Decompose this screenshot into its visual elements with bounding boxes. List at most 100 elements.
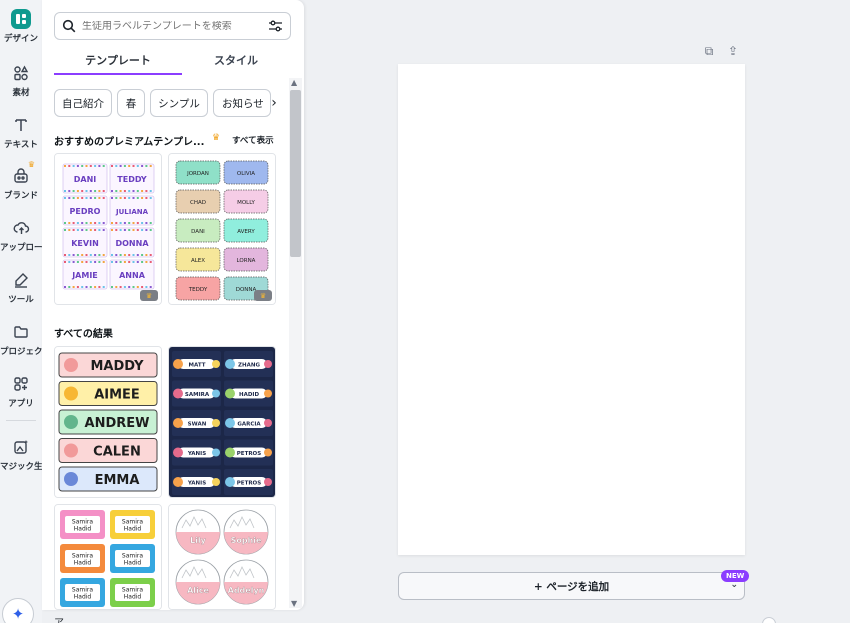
search-icon	[62, 19, 76, 33]
panel-scrollbar[interactable]: ▲ ▼	[289, 78, 302, 608]
label-name: Samira	[72, 587, 93, 594]
label-name: PEDRO	[70, 207, 101, 216]
label-name: YANIS	[187, 481, 206, 487]
search-box[interactable]	[54, 12, 291, 40]
chip-announcement[interactable]: お知らせ	[213, 89, 271, 117]
rail-item-text[interactable]: テキスト	[0, 114, 42, 150]
chips-next-button[interactable]: ›	[266, 89, 282, 117]
rail-label: マジック生成	[0, 462, 42, 472]
rail-label: デザイン	[3, 34, 38, 44]
page-actions: ⧉ ⇪	[702, 44, 740, 59]
template-thumbnail: MATT ZHANG SAMIRA HADID SWAN GARCIA YANIS PETRO…	[169, 347, 275, 497]
label-name: Hadid	[124, 560, 142, 567]
rail-label: アップロード	[0, 243, 42, 253]
label-name: CALEN	[93, 445, 141, 460]
add-page-label: + ページを追加	[533, 580, 610, 593]
design-page[interactable]	[398, 64, 745, 555]
rail-item-upload[interactable]: アップロード	[0, 217, 42, 253]
label-name: MOLLY	[237, 200, 255, 206]
label-name: Addelyn	[228, 586, 265, 595]
rail-label: テキスト	[4, 140, 38, 150]
brand-icon: ♛	[10, 160, 35, 187]
rail-label: ブランド	[3, 191, 38, 201]
add-page-icon[interactable]: ⇪	[726, 44, 740, 58]
label-name: ANDREW	[85, 416, 150, 431]
magic-assistant-button[interactable]: ✦	[2, 598, 34, 623]
add-page-button[interactable]: + ページを追加 ⌄	[398, 572, 745, 600]
label-name: TEDDY	[117, 175, 147, 184]
scroll-down-icon[interactable]: ▼	[291, 599, 297, 608]
see-all-link[interactable]: すべて表示	[232, 134, 274, 146]
label-name: JULIANA	[115, 208, 149, 216]
template-thumbnail: Lily Sophie Alice Addelyn	[169, 505, 275, 609]
magic-media-icon	[10, 436, 32, 458]
rail-item-brand[interactable]: ♛ ブランド	[0, 160, 42, 201]
label-name: Lily	[190, 536, 207, 545]
scroll-up-icon[interactable]: ▲	[291, 78, 297, 87]
label-name: OLIVIA	[237, 171, 255, 177]
label-name: AIMEE	[94, 388, 140, 403]
premium-crown-icon: ♛	[140, 290, 158, 301]
premium-section-title: おすすめのプレミアムテンプレ...	[54, 137, 205, 148]
label-name: Samira	[122, 519, 143, 526]
chip-spring[interactable]: 春	[117, 89, 145, 117]
template-card[interactable]: MADDY AIMEE ANDREW CALEN EMMA	[54, 346, 162, 498]
rail-label: アプリ	[8, 399, 34, 409]
label-name: Alice	[187, 586, 209, 595]
template-card[interactable]: JORDAN OLIVIA CHAD MOLLY DANI AVERY ALEX LORNA T…	[168, 153, 276, 305]
templates-panel: テンプレート スタイル 自己紹介 春 シンプル お知らせ › おすすめのプレミア…	[42, 0, 304, 610]
label-name: SWAN	[188, 422, 207, 428]
rail-item-elements[interactable]: 素材	[0, 62, 42, 98]
tab-templates[interactable]: テンプレート	[62, 52, 174, 68]
label-name: JAMIE	[71, 271, 98, 280]
label-name: Hadid	[74, 526, 92, 533]
label-name: Hadid	[74, 560, 92, 567]
label-name: Sophie	[231, 536, 262, 545]
rail-item-magic-media[interactable]: マジック生成	[0, 436, 42, 472]
label-name: MADDY	[90, 359, 144, 374]
rail-item-apps[interactable]: アプリ	[0, 373, 42, 409]
panel-bottom-text: ア...	[54, 614, 74, 623]
label-name: Samira	[72, 519, 93, 526]
tab-style[interactable]: スタイル	[180, 52, 292, 68]
template-card[interactable]: Samira Hadid Samira Hadid Samira Hadid Samira H…	[54, 504, 162, 610]
template-card[interactable]: MATT ZHANG SAMIRA HADID SWAN GARCIA YANIS PETRO…	[168, 346, 276, 498]
template-card[interactable]: DANI TEDDY PEDRO JULIANA KEVIN DONNA JAMIE ANNA…	[54, 153, 162, 305]
chip-simple[interactable]: シンプル	[150, 89, 208, 117]
sparkle-icon: ✦	[11, 605, 25, 623]
help-button[interactable]	[762, 617, 776, 623]
rail-item-projects[interactable]: プロジェクト	[0, 321, 42, 357]
label-name: Hadid	[124, 526, 142, 533]
rail-label: 素材	[12, 88, 30, 98]
label-name: AVERY	[237, 229, 255, 235]
label-name: YANIS	[187, 451, 206, 457]
search-input[interactable]	[82, 20, 252, 32]
label-name: TEDDY	[188, 287, 208, 293]
label-name: Samira	[122, 587, 143, 594]
template-card[interactable]: Lily Sophie Alice Addelyn	[168, 504, 276, 610]
premium-crown-icon: ♛	[254, 290, 272, 301]
upload-cloud-icon	[10, 217, 32, 239]
label-name: PETROS	[237, 481, 261, 487]
label-name: LORNA	[237, 258, 256, 264]
label-name: JORDAN	[186, 171, 209, 177]
rail-item-design[interactable]: デザイン	[0, 8, 42, 44]
template-thumbnail: MADDY AIMEE ANDREW CALEN EMMA	[55, 347, 161, 497]
label-name: SAMIRA	[185, 392, 210, 398]
label-name: Samira	[72, 553, 93, 560]
crown-icon: ♛	[212, 133, 221, 143]
label-name: KEVIN	[71, 239, 99, 248]
results-section-title: すべての結果	[54, 329, 113, 340]
label-name: DANI	[191, 229, 205, 235]
duplicate-page-icon[interactable]: ⧉	[702, 44, 716, 58]
rail-item-tools[interactable]: ツール	[0, 269, 42, 305]
label-name: Hadid	[74, 594, 92, 601]
elements-icon	[10, 62, 32, 84]
label-name: GARCIA	[237, 422, 261, 428]
label-name: PETROS	[237, 451, 261, 457]
template-thumbnail: DANI TEDDY PEDRO JULIANA KEVIN DONNA JAMIE ANNA	[55, 154, 161, 304]
scroll-thumb[interactable]	[290, 90, 301, 257]
new-badge: NEW	[721, 570, 750, 582]
filter-icon[interactable]	[268, 19, 283, 34]
chip-self-intro[interactable]: 自己紹介	[54, 89, 112, 117]
